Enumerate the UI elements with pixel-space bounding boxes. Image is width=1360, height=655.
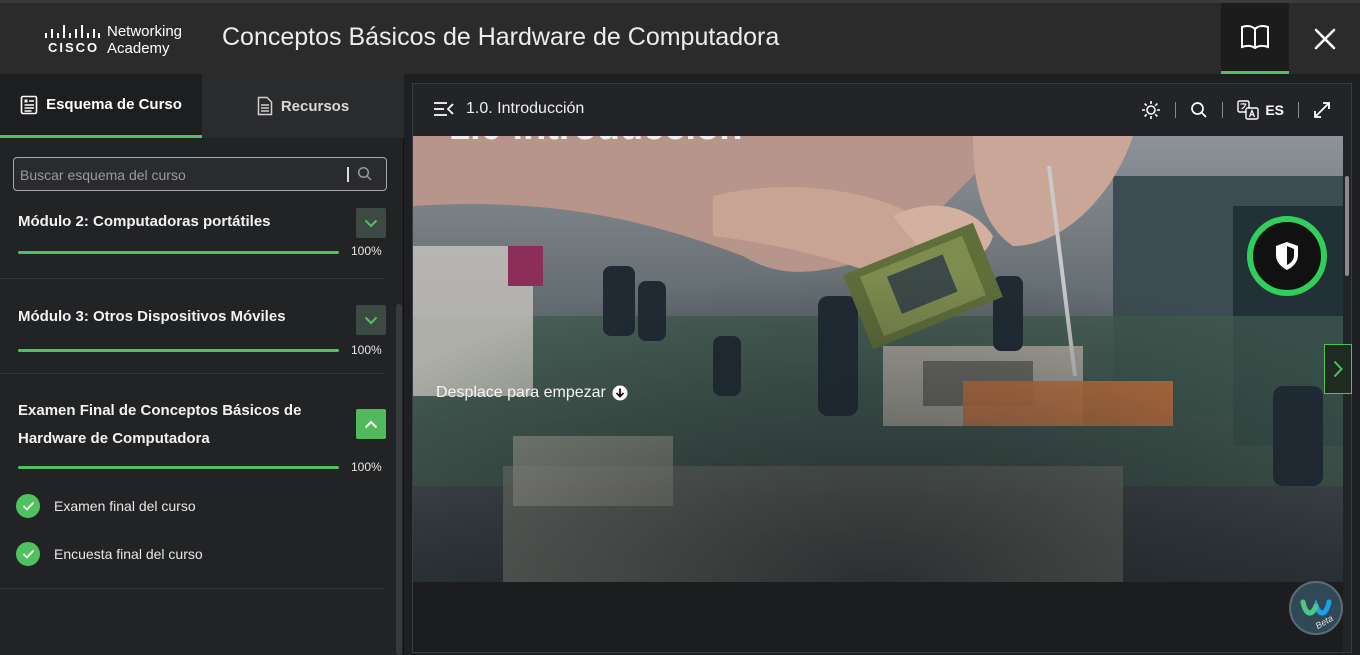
module-title: Módulo 2: Computadoras portátiles xyxy=(18,213,271,230)
module-title-line1: Examen Final de Conceptos Básicos de xyxy=(18,402,302,419)
module-expand-button[interactable] xyxy=(356,208,386,238)
brightness-icon[interactable] xyxy=(1141,100,1161,120)
outline-module[interactable]: Módulo 2: Computadoras portátiles 100% xyxy=(0,208,386,279)
expand-icon[interactable] xyxy=(1313,101,1331,119)
outline-module-final-exam[interactable]: Examen Final de Conceptos Básicos de Har… xyxy=(0,374,386,589)
content-header: 1.0. Introducción ES xyxy=(413,84,1351,136)
scroll-to-start-label: Desplace para empezar xyxy=(436,384,606,401)
module-collapse-button[interactable] xyxy=(356,409,386,439)
close-icon xyxy=(1314,28,1336,49)
outline-icon xyxy=(20,95,38,114)
sidebar-tabs: Esquema de Curso Recursos xyxy=(0,74,404,138)
chevron-up-icon xyxy=(364,420,378,428)
course-book-button[interactable] xyxy=(1221,3,1289,74)
tab-course-outline-label: Esquema de Curso xyxy=(46,96,182,113)
toolbar-divider xyxy=(1298,102,1299,118)
scroll-to-start[interactable]: Desplace para empezar xyxy=(436,384,628,402)
subitem-label: Encuesta final del curso xyxy=(54,546,203,562)
sidebar-scrollbar[interactable] xyxy=(396,304,402,655)
search-icon[interactable] xyxy=(357,166,373,182)
search-input[interactable] xyxy=(20,165,340,185)
module-progress-value: 100% xyxy=(351,460,382,474)
language-code: ES xyxy=(1265,102,1284,118)
check-circle-icon xyxy=(16,494,40,518)
shield-icon xyxy=(1276,242,1298,270)
book-open-icon xyxy=(1241,24,1269,50)
subitem-label: Examen final del curso xyxy=(54,498,196,514)
module-title-line2: Hardware de Computadora xyxy=(18,430,210,447)
toolbar-divider xyxy=(1222,102,1224,118)
module-progress-bar xyxy=(18,466,339,469)
brand-academy: Academy xyxy=(107,40,170,57)
course-sidebar: Esquema de Curso Recursos Módulo 2: Comp… xyxy=(0,74,404,655)
course-outline-list: Módulo 2: Computadoras portátiles 100% M… xyxy=(0,208,396,655)
tab-course-outline[interactable]: Esquema de Curso xyxy=(0,74,202,138)
top-bar: CISCO Networking Academy Conceptos Básic… xyxy=(0,0,1360,74)
section-title: 1.0. Introducción xyxy=(466,100,585,117)
arrow-down-circle-icon xyxy=(612,385,628,401)
cisco-wordmark: CISCO xyxy=(48,40,100,55)
brand-networking: Networking xyxy=(107,23,183,40)
module-progress-value: 100% xyxy=(351,244,382,258)
next-page-button[interactable] xyxy=(1324,344,1352,394)
cisco-bars-icon xyxy=(45,25,100,38)
content-panel: 1.0. Introducción ES Desplace para empez… xyxy=(412,83,1352,653)
module-progress-value: 100% xyxy=(351,343,382,357)
chevron-down-icon xyxy=(364,219,378,227)
check-circle-icon xyxy=(16,542,40,566)
course-title: Conceptos Básicos de Hardware de Computa… xyxy=(222,23,780,51)
translate-icon xyxy=(1237,100,1260,120)
outline-subitem[interactable]: Encuesta final del curso xyxy=(16,541,203,567)
chevron-right-icon xyxy=(1333,360,1343,378)
module-progress-bar xyxy=(18,251,339,254)
module-title: Módulo 3: Otros Dispositivos Móviles xyxy=(18,308,286,325)
close-button[interactable] xyxy=(1290,3,1360,74)
search-divider xyxy=(347,167,349,182)
content-scrollbar[interactable] xyxy=(1343,136,1351,652)
language-switcher[interactable]: ES xyxy=(1237,100,1284,120)
intro-hero-image: 1.0 Introducción Desplace para empezar xyxy=(413,136,1343,582)
document-icon xyxy=(257,96,273,116)
content-toolbar: ES xyxy=(1141,98,1331,122)
outline-module[interactable]: Módulo 3: Otros Dispositivos Móviles 100… xyxy=(0,279,386,374)
tab-resources[interactable]: Recursos xyxy=(202,74,404,138)
security-shield-button[interactable] xyxy=(1247,216,1327,296)
search-icon[interactable] xyxy=(1190,101,1208,119)
tab-resources-label: Recursos xyxy=(280,97,350,115)
chevron-down-icon xyxy=(364,316,378,324)
outline-search[interactable] xyxy=(13,157,387,191)
module-expand-button[interactable] xyxy=(356,305,386,335)
motherboard-photo xyxy=(413,136,1343,582)
hero-title: 1.0 Introducción xyxy=(449,136,742,149)
module-progress-bar xyxy=(18,349,339,352)
outline-subitem[interactable]: Examen final del curso xyxy=(16,493,196,519)
scrollbar-thumb[interactable] xyxy=(1345,176,1349,276)
collapse-menu-icon[interactable] xyxy=(433,100,455,118)
cisco-networking-academy-logo[interactable]: CISCO Networking Academy xyxy=(42,21,192,61)
toolbar-divider xyxy=(1175,102,1177,118)
